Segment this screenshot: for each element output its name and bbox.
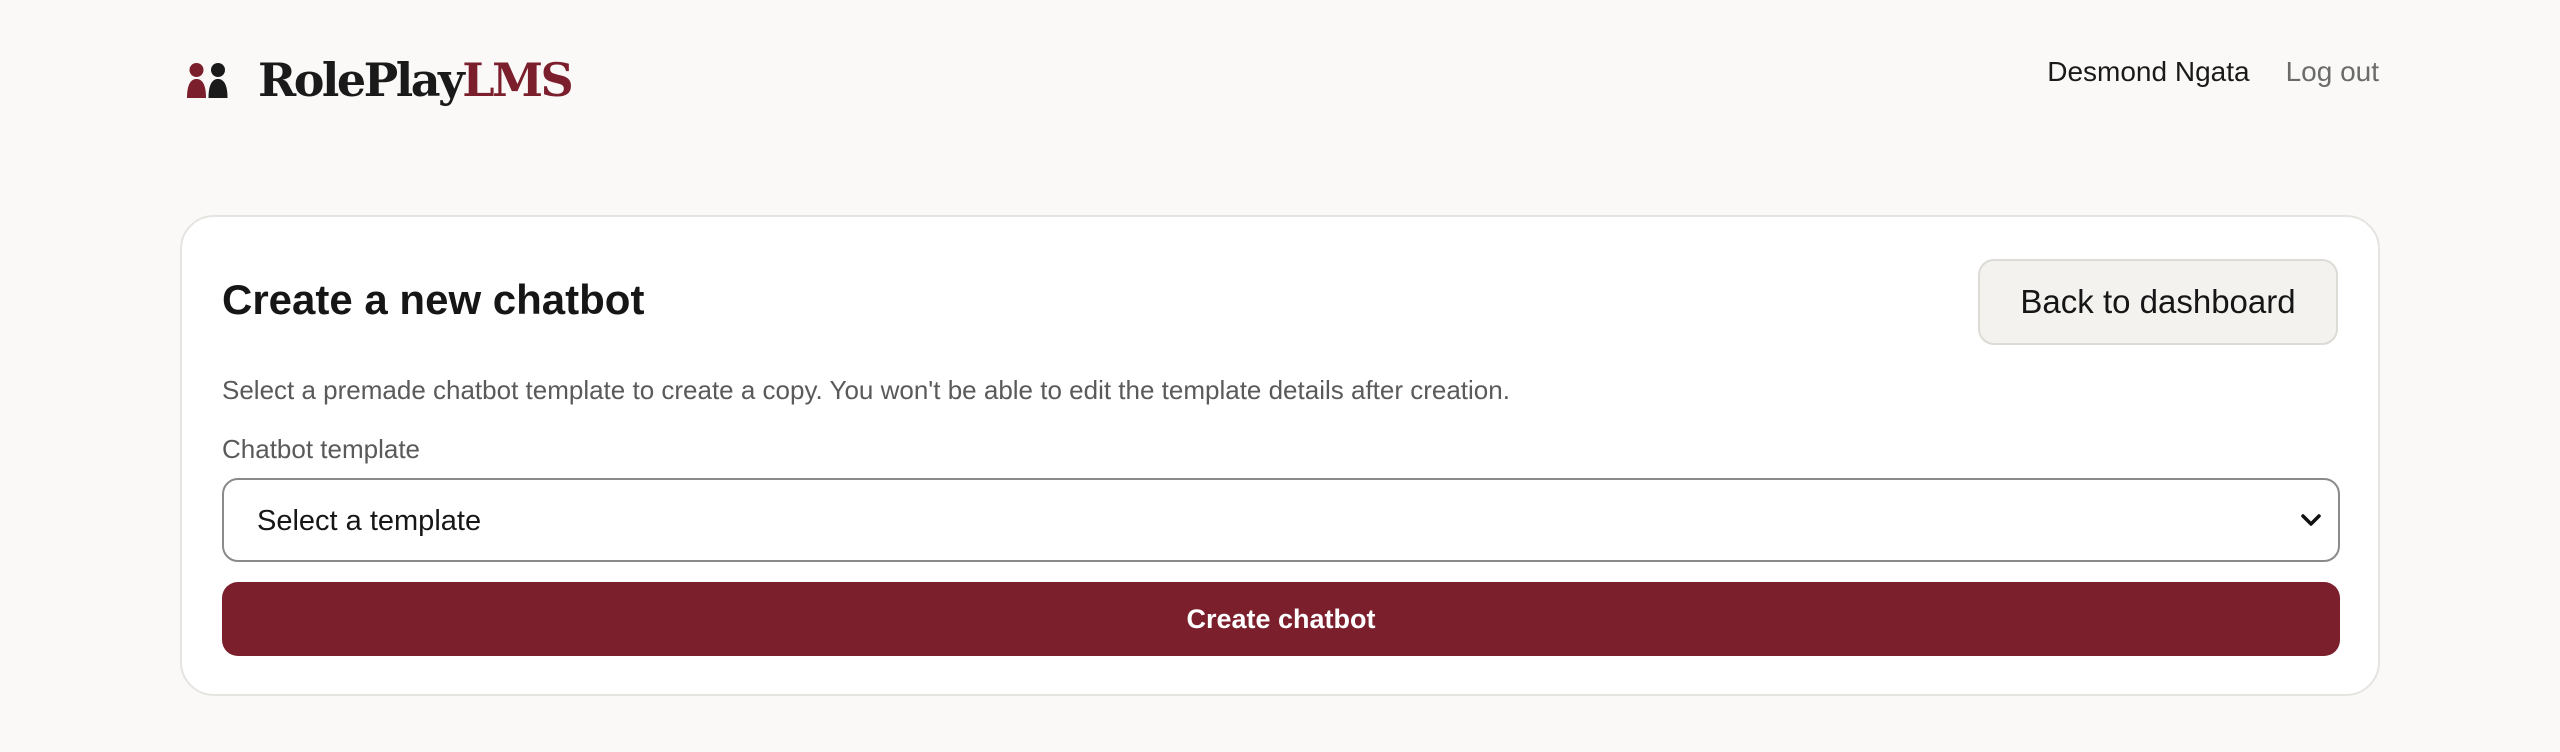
back-to-dashboard-button[interactable]: Back to dashboard <box>1978 259 2338 345</box>
brand-name-part1: RolePlay <box>258 53 465 107</box>
chatbot-template-selected-value: Select a template <box>257 505 482 537</box>
brand-logo[interactable]: RolePlayLMS <box>186 52 574 108</box>
page-title: Create a new chatbot <box>222 276 645 323</box>
chatbot-template-label: Chatbot template <box>222 434 421 464</box>
brand-wordmark: RolePlayLMS <box>258 57 574 103</box>
user-name: Desmond Ngata <box>2047 56 2250 87</box>
page-description: Select a premade chatbot template to cre… <box>222 375 1510 405</box>
create-chatbot-card: Create a new chatbot Back to dashboard S… <box>180 215 2380 696</box>
chevron-down-icon <box>2301 514 2321 526</box>
brand-name-part2: LMS <box>462 53 573 107</box>
two-people-icon <box>187 63 228 98</box>
user-menu: Desmond Ngata Log out <box>2047 56 2379 88</box>
chatbot-template-select[interactable]: Select a template <box>222 478 2340 562</box>
logout-link[interactable]: Log out <box>2286 56 2379 88</box>
top-navigation-bar: RolePlayLMS Desmond Ngata Log out <box>0 0 2560 150</box>
create-chatbot-button[interactable]: Create chatbot <box>222 582 2340 656</box>
